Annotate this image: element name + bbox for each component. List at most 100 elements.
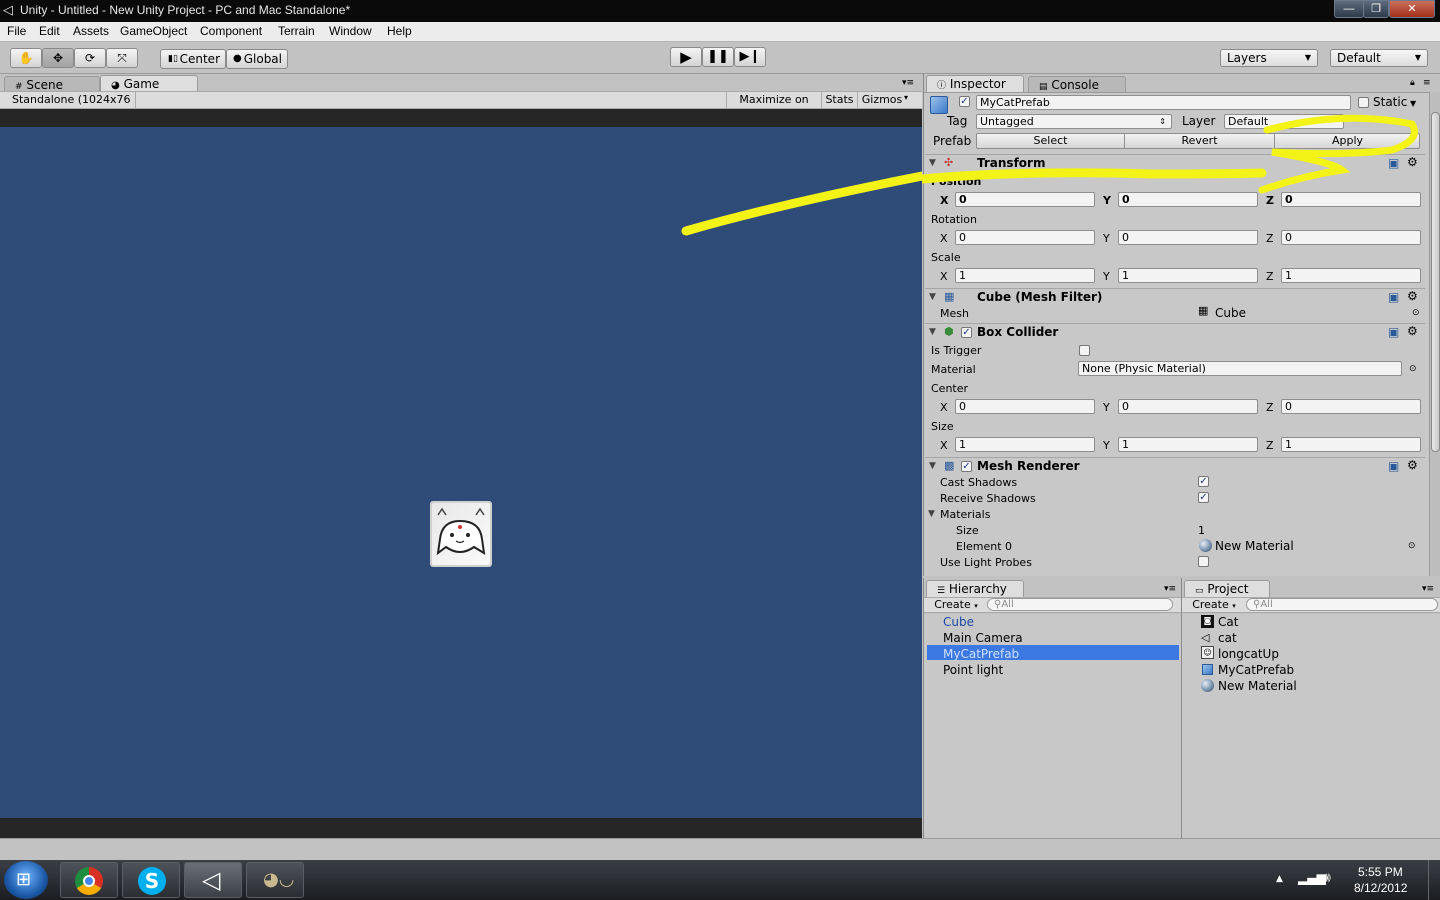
project-search-input[interactable]: ⚲All bbox=[1246, 598, 1438, 611]
menu-terrain[interactable]: Terrain bbox=[278, 24, 315, 38]
gimp-icon: ◕◡ bbox=[263, 869, 295, 890]
info-icon: ⓘ bbox=[937, 81, 947, 91]
taskbar-unity[interactable]: ◁ bbox=[184, 862, 242, 898]
physic-material-field[interactable]: None (Physic Material) bbox=[1078, 361, 1402, 376]
hierarchy-item-point-light[interactable]: Point light bbox=[943, 663, 1003, 677]
scale-x-field[interactable]: 1 bbox=[955, 268, 1095, 283]
rotation-z-field[interactable]: 0 bbox=[1281, 230, 1421, 245]
menu-assets[interactable]: Assets bbox=[73, 24, 109, 38]
close-button[interactable]: ✕ bbox=[1389, 0, 1435, 18]
layers-dropdown[interactable]: Layers ▼ bbox=[1220, 49, 1318, 67]
step-button[interactable]: ▶❙ bbox=[734, 47, 766, 67]
show-hidden-icons[interactable]: ▲ bbox=[1276, 874, 1283, 884]
tab-project[interactable]: ▭ Project bbox=[1184, 580, 1270, 597]
size-y-field[interactable]: 1 bbox=[1118, 437, 1258, 452]
rotation-x-field[interactable]: 0 bbox=[955, 230, 1095, 245]
maximize-button[interactable]: ❐ bbox=[1363, 0, 1389, 18]
mesh-value[interactable]: Cube bbox=[1215, 307, 1246, 320]
menu-file[interactable]: File bbox=[7, 24, 26, 38]
rotate-tool-button[interactable]: ⟳ bbox=[74, 48, 106, 68]
rotation-y-field[interactable]: 0 bbox=[1118, 230, 1258, 245]
play-button[interactable]: ▶ bbox=[670, 47, 702, 67]
help-icon[interactable]: ▣ bbox=[1388, 459, 1399, 473]
menu-window[interactable]: Window bbox=[329, 24, 372, 38]
gear-icon[interactable]: ⚙ bbox=[1407, 289, 1418, 303]
project-item-cat-script[interactable]: cat bbox=[1218, 631, 1237, 645]
panel-menu-icon[interactable]: ≡ bbox=[1423, 78, 1431, 88]
hierarchy-item-main-camera[interactable]: Main Camera bbox=[943, 631, 1023, 645]
foldout-arrow-icon[interactable]: ▼ bbox=[929, 327, 936, 337]
pause-button[interactable]: ❚❚ bbox=[702, 47, 734, 67]
annotation-apply-highlight bbox=[922, 114, 1418, 194]
inspector-scrollbar[interactable] bbox=[1429, 92, 1440, 576]
taskbar-skype[interactable]: S bbox=[122, 862, 180, 898]
hierarchy-create-button[interactable]: Create ▾ bbox=[932, 598, 980, 612]
help-icon[interactable]: ▣ bbox=[1388, 290, 1399, 304]
size-x-field[interactable]: 1 bbox=[955, 437, 1095, 452]
show-desktop-button[interactable] bbox=[1428, 860, 1440, 900]
clock-date[interactable]: 8/12/2012 bbox=[1354, 881, 1407, 895]
pivot-mode-button[interactable]: ▮▯ Center bbox=[160, 49, 226, 69]
object-picker-icon[interactable]: ⊙ bbox=[1409, 363, 1417, 376]
minimize-button[interactable]: — bbox=[1334, 0, 1364, 18]
materials-size-value[interactable]: 1 bbox=[1198, 524, 1205, 537]
hierarchy-item-cube[interactable]: Cube bbox=[943, 615, 974, 629]
scrollbar-thumb[interactable] bbox=[1431, 112, 1440, 452]
project-item-longcatup[interactable]: longcatUp bbox=[1218, 647, 1279, 661]
taskbar-chrome[interactable] bbox=[60, 862, 118, 898]
hand-tool-button[interactable]: ✋ bbox=[10, 48, 42, 68]
light-probes-checkbox[interactable] bbox=[1198, 556, 1209, 567]
panel-menu-icon[interactable]: ▾≡ bbox=[1422, 584, 1434, 594]
center-z-field[interactable]: 0 bbox=[1281, 399, 1421, 414]
center-label: Center bbox=[931, 382, 969, 395]
cast-shadows-checkbox[interactable]: ✓ bbox=[1198, 476, 1209, 487]
mesh-renderer-enabled-checkbox[interactable]: ✓ bbox=[961, 461, 972, 472]
foldout-arrow-icon[interactable]: ▼ bbox=[929, 461, 936, 471]
taskbar-gimp[interactable]: ◕◡ bbox=[246, 862, 304, 898]
pivot-space-button[interactable]: ● Global bbox=[226, 49, 288, 69]
center-x-label: X bbox=[940, 401, 948, 414]
is-trigger-checkbox[interactable] bbox=[1079, 345, 1090, 356]
layout-dropdown[interactable]: Default ▼ bbox=[1330, 49, 1428, 67]
hierarchy-search-input[interactable]: ⚲All bbox=[987, 598, 1173, 611]
lock-icon[interactable]: 🔒︎ bbox=[1410, 78, 1415, 88]
project-item-mycatprefab[interactable]: MyCatPrefab bbox=[1218, 663, 1294, 677]
clock-time[interactable]: 5:55 PM bbox=[1358, 865, 1403, 879]
material-label: Material bbox=[931, 363, 976, 376]
start-button[interactable]: ⊞ bbox=[4, 861, 48, 899]
receive-shadows-checkbox[interactable]: ✓ bbox=[1198, 492, 1209, 503]
object-picker-icon[interactable]: ⊙ bbox=[1408, 540, 1416, 553]
foldout-arrow-icon[interactable]: ▼ bbox=[928, 509, 935, 519]
box-collider-enabled-checkbox[interactable]: ✓ bbox=[961, 327, 972, 338]
scale-tool-button[interactable]: ⤧ bbox=[106, 48, 138, 68]
gear-icon[interactable]: ⚙ bbox=[1407, 458, 1418, 472]
gear-icon[interactable]: ⚙ bbox=[1407, 324, 1418, 338]
move-tool-button[interactable]: ✥ bbox=[42, 48, 74, 68]
scale-z-field[interactable]: 1 bbox=[1281, 268, 1421, 283]
project-item-new-material[interactable]: New Material bbox=[1218, 679, 1297, 693]
chrome-icon bbox=[75, 867, 103, 895]
tab-hierarchy[interactable]: ☰ Hierarchy bbox=[926, 580, 1024, 597]
project-create-button[interactable]: Create ▾ bbox=[1188, 598, 1240, 612]
cat-cube-sprite bbox=[430, 501, 492, 567]
foldout-arrow-icon[interactable]: ▼ bbox=[929, 292, 936, 302]
console-icon: ▤ bbox=[1039, 82, 1048, 92]
menu-edit[interactable]: Edit bbox=[39, 24, 60, 38]
volume-icon[interactable]: 🔊︎ bbox=[1322, 870, 1331, 886]
size-z-field[interactable]: 1 bbox=[1281, 437, 1421, 452]
menu-component[interactable]: Component bbox=[200, 24, 262, 38]
project-item-cat-texture[interactable]: Cat bbox=[1218, 615, 1238, 629]
menu-gameobject[interactable]: GameObject bbox=[120, 24, 187, 38]
center-y-field[interactable]: 0 bbox=[1118, 399, 1258, 414]
scale-y-field[interactable]: 1 bbox=[1118, 268, 1258, 283]
rotation-label: Rotation bbox=[931, 213, 978, 226]
center-x-field[interactable]: 0 bbox=[955, 399, 1095, 414]
help-icon[interactable]: ▣ bbox=[1388, 325, 1399, 339]
object-picker-icon[interactable]: ⊙ bbox=[1412, 307, 1420, 320]
tab-inspector[interactable]: ⓘ Inspector bbox=[926, 75, 1024, 92]
menu-help[interactable]: Help bbox=[387, 24, 412, 38]
element-0-value[interactable]: New Material bbox=[1215, 540, 1294, 553]
tab-console[interactable]: ▤ Console bbox=[1028, 76, 1126, 93]
panel-menu-icon[interactable]: ▾≡ bbox=[1164, 584, 1176, 594]
hierarchy-item-mycatprefab[interactable]: MyCatPrefab bbox=[943, 647, 1019, 661]
